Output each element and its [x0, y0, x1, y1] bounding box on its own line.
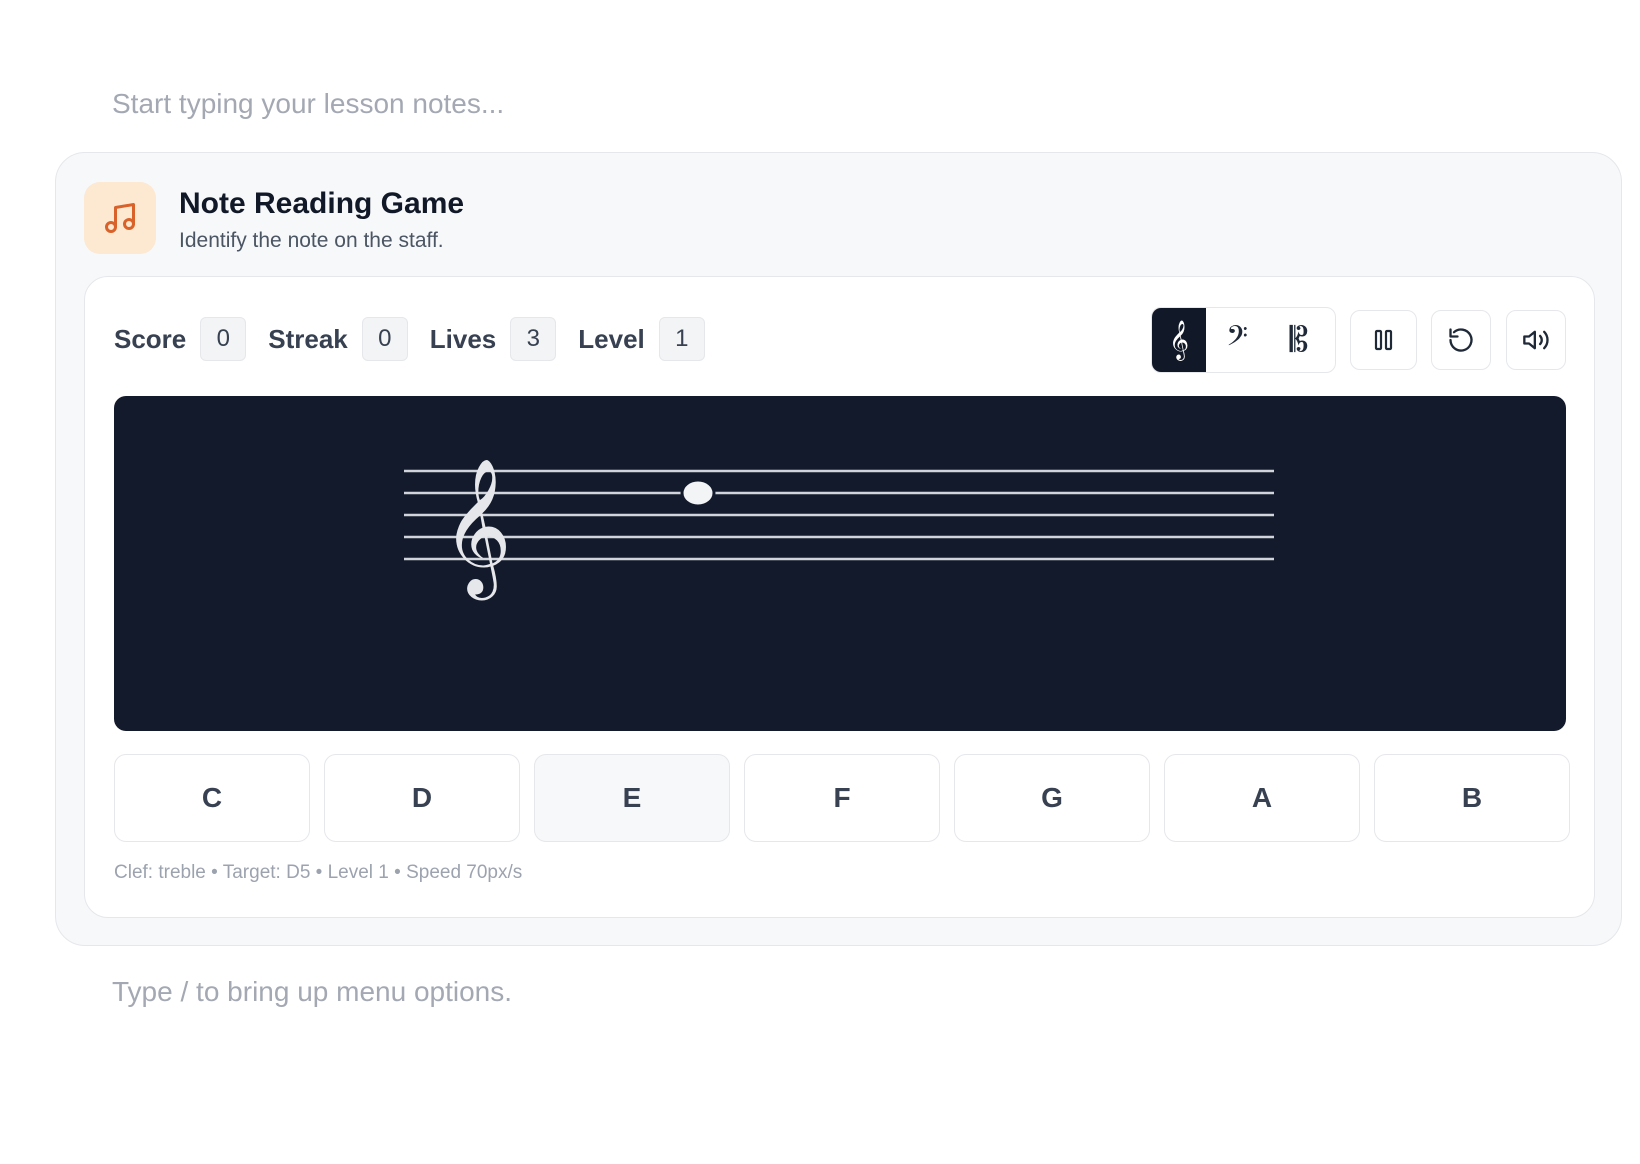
- staff-stage: 𝄞: [114, 396, 1566, 731]
- music-note-icon: [84, 182, 156, 254]
- status-line: Clef: treble • Target: D5 • Level 1 • Sp…: [114, 862, 523, 883]
- game-subtitle: Identify the note on the staff.: [179, 229, 444, 252]
- answer-f-button[interactable]: F: [744, 754, 940, 842]
- answer-c-button[interactable]: C: [114, 754, 310, 842]
- volume-icon: [1523, 330, 1549, 350]
- score-label: Score: [114, 323, 187, 354]
- stats-bar: Score 0 Streak 0 Lives 3 Level 1: [114, 317, 727, 361]
- answer-d-button[interactable]: D: [324, 754, 520, 842]
- target-note: [680, 478, 716, 508]
- streak-label: Streak: [268, 323, 348, 354]
- staff-canvas: 𝄞: [404, 456, 1274, 600]
- restart-icon: [1449, 328, 1473, 352]
- treble-clef-glyph: 𝄞: [442, 456, 512, 600]
- menu-hint-placeholder[interactable]: Type / to bring up menu options.: [112, 976, 512, 1008]
- answer-a-button[interactable]: A: [1164, 754, 1360, 842]
- clef-selector: 𝄞 𝄢 𝄡: [1151, 307, 1336, 373]
- staff-lines: [404, 469, 1274, 561]
- score-value: 0: [200, 317, 247, 361]
- answer-g-button[interactable]: G: [954, 754, 1150, 842]
- level-value: 1: [658, 317, 705, 361]
- lives-value: 3: [510, 317, 557, 361]
- streak-value: 0: [361, 317, 408, 361]
- game-panel: Score 0 Streak 0 Lives 3 Level 1 𝄞 𝄢 𝄡 𝄞…: [84, 276, 1595, 918]
- page: Start typing your lesson notes... Note R…: [0, 0, 1640, 1164]
- level-label: Level: [578, 323, 645, 354]
- game-title: Note Reading Game: [179, 187, 465, 220]
- lives-label: Lives: [429, 323, 497, 354]
- treble-clef-icon[interactable]: 𝄞: [1152, 308, 1206, 372]
- alto-clef-icon[interactable]: 𝄡: [1268, 308, 1330, 372]
- pause-icon: [1374, 329, 1392, 351]
- sound-button[interactable]: [1506, 310, 1566, 370]
- answer-e-button[interactable]: E: [534, 754, 730, 842]
- restart-button[interactable]: [1431, 310, 1491, 370]
- note-reading-game-card: Note Reading Game Identify the note on t…: [55, 152, 1622, 946]
- answer-b-button[interactable]: B: [1374, 754, 1570, 842]
- bass-clef-icon[interactable]: 𝄢: [1206, 308, 1268, 372]
- lesson-notes-placeholder[interactable]: Start typing your lesson notes...: [112, 88, 504, 120]
- pause-button[interactable]: [1350, 310, 1417, 370]
- answer-buttons: C D E F G A B: [114, 754, 1570, 842]
